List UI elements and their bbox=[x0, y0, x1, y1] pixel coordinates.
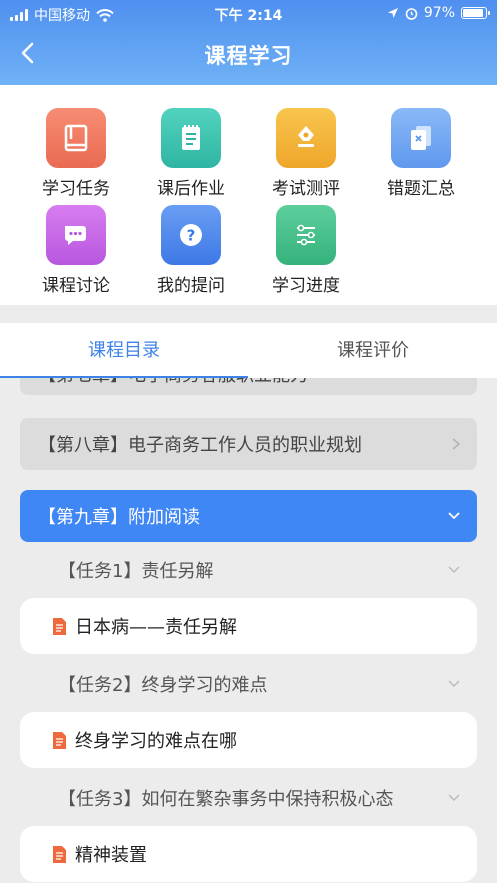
battery-percent: 97% bbox=[423, 5, 455, 21]
chapter-row[interactable]: 【第七章】电子商务客服职业能力 bbox=[20, 378, 477, 395]
question-icon: ? bbox=[161, 205, 221, 265]
chapter-row-active[interactable]: 【第九章】附加阅读 bbox=[20, 490, 477, 542]
grid-label: 学习进度 bbox=[272, 276, 340, 296]
catalog-list[interactable]: 【第七章】电子商务客服职业能力 【第八章】电子商务工作人员的职业规划 【第九章】… bbox=[0, 378, 497, 883]
task-row[interactable]: 【任务3】如何在繁杂事务中保持积极心态 bbox=[20, 772, 477, 824]
page-title: 课程学习 bbox=[204, 44, 293, 68]
chapter-title: 【第八章】电子商务工作人员的职业规划 bbox=[38, 435, 362, 456]
book-icon bbox=[46, 108, 106, 168]
task-row[interactable]: 【任务2】终身学习的难点 bbox=[20, 658, 477, 710]
header: 中国移动 下午 2:14 97% 课程学习 bbox=[0, 0, 497, 85]
grid-item-wrong-questions[interactable]: 错题汇总 bbox=[366, 108, 476, 199]
lesson-item[interactable]: 终身学习的难点在哪 bbox=[20, 712, 477, 768]
grid-item-exams[interactable]: 考试测评 bbox=[251, 108, 361, 199]
lesson-title: 日本病——责任另解 bbox=[75, 617, 237, 638]
task-title: 【任务3】如何在繁杂事务中保持积极心态 bbox=[58, 789, 394, 810]
tab-bar: 课程目录 课程评价 bbox=[0, 323, 497, 378]
chevron-right-icon bbox=[452, 438, 461, 450]
lesson-item[interactable]: 日本病——责任另解 bbox=[20, 598, 477, 654]
pen-nib-icon bbox=[276, 108, 336, 168]
svg-text:?: ? bbox=[187, 227, 196, 245]
wrong-doc-icon bbox=[391, 108, 451, 168]
lesson-item[interactable]: 精神装置 bbox=[20, 826, 477, 882]
document-icon bbox=[53, 731, 66, 749]
alarm-icon bbox=[405, 7, 418, 20]
lesson-title: 终身学习的难点在哪 bbox=[75, 731, 237, 752]
chat-bubbles-icon bbox=[46, 205, 106, 265]
grid-item-discussion[interactable]: 课程讨论 bbox=[21, 205, 131, 296]
grid-label: 我的提问 bbox=[157, 276, 225, 296]
status-bar: 中国移动 下午 2:14 97% bbox=[0, 0, 497, 28]
grid-item-study-tasks[interactable]: 学习任务 bbox=[21, 108, 131, 199]
grid-item-homework[interactable]: 课后作业 bbox=[136, 108, 246, 199]
tab-course-reviews[interactable]: 课程评价 bbox=[249, 323, 497, 378]
grid-label: 考试测评 bbox=[272, 179, 340, 199]
grid-label: 课程讨论 bbox=[42, 276, 110, 296]
feature-grid: 学习任务 课后作业 考试测评 错题汇总 课程讨论 ? 我的提问 学习进度 bbox=[0, 85, 497, 305]
chapter-title: 【第九章】附加阅读 bbox=[38, 507, 200, 528]
document-icon bbox=[53, 617, 66, 635]
sliders-icon bbox=[276, 205, 336, 265]
grid-label: 学习任务 bbox=[42, 179, 110, 199]
chevron-down-icon bbox=[448, 566, 460, 574]
grid-label: 课后作业 bbox=[157, 179, 225, 199]
notepad-icon bbox=[161, 108, 221, 168]
task-row[interactable]: 【任务1】责任另解 bbox=[20, 544, 477, 596]
grid-label: 错题汇总 bbox=[387, 179, 455, 199]
location-icon bbox=[387, 8, 398, 18]
chevron-down-icon bbox=[448, 794, 460, 802]
chapter-row[interactable]: 【第八章】电子商务工作人员的职业规划 bbox=[20, 418, 477, 470]
chevron-down-icon bbox=[448, 680, 460, 688]
lesson-title: 精神装置 bbox=[75, 845, 147, 866]
grid-item-my-questions[interactable]: ? 我的提问 bbox=[136, 205, 246, 296]
task-title: 【任务1】责任另解 bbox=[58, 561, 214, 582]
battery-icon bbox=[461, 7, 490, 19]
document-icon bbox=[53, 845, 66, 863]
grid-item-progress[interactable]: 学习进度 bbox=[251, 205, 361, 296]
tab-course-catalog[interactable]: 课程目录 bbox=[0, 323, 248, 378]
task-title: 【任务2】终身学习的难点 bbox=[58, 675, 268, 696]
chevron-down-icon bbox=[448, 512, 460, 520]
chapter-title: 【第七章】电子商务客服职业能力 bbox=[38, 378, 308, 387]
